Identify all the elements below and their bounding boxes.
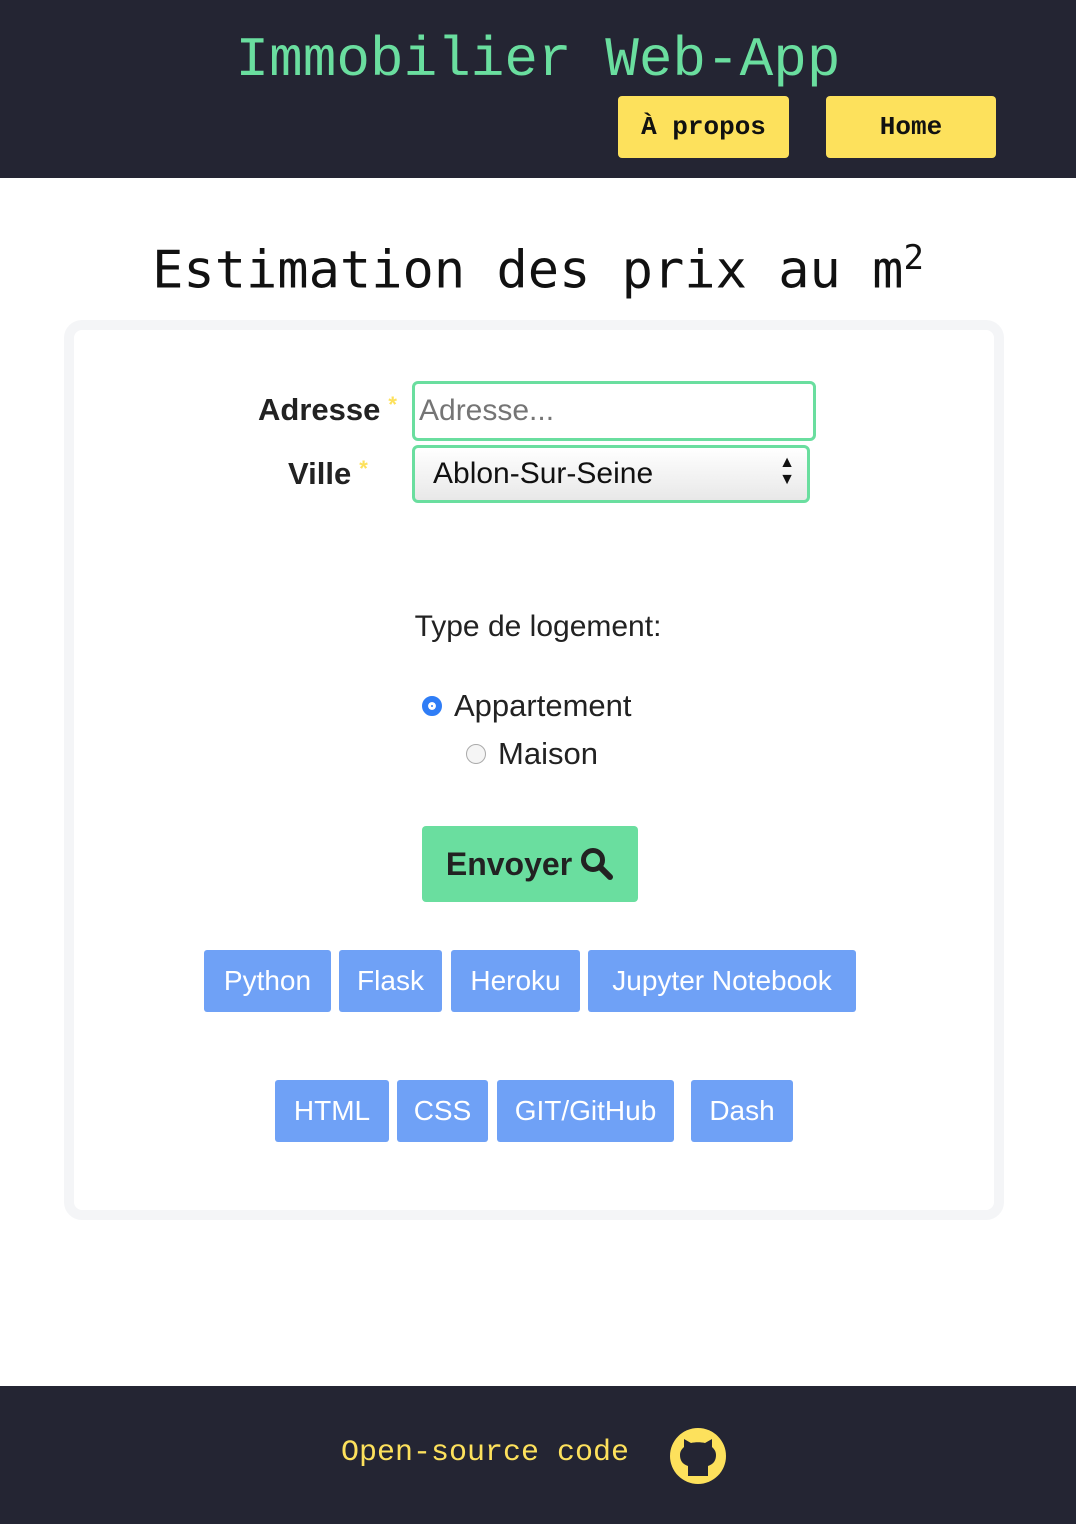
search-icon	[581, 848, 614, 880]
tag-css: CSS	[397, 1080, 488, 1142]
header: Immobilier Web-App À propos Home	[0, 0, 1076, 178]
github-icon[interactable]	[670, 1428, 726, 1484]
tag-dash: Dash	[691, 1080, 793, 1142]
home-button[interactable]: Home	[826, 96, 996, 158]
tag-heroku: Heroku	[451, 950, 580, 1012]
required-star: *	[388, 392, 397, 417]
city-label-text: Ville	[288, 456, 352, 491]
radio-checked-icon	[422, 696, 442, 716]
app-title: Immobilier Web-App	[235, 28, 841, 92]
address-label: Adresse *	[258, 392, 397, 428]
select-arrows-icon: ▲ ▼	[779, 454, 795, 488]
housing-type-label: Type de logement:	[414, 610, 662, 643]
tag-jupyter: Jupyter Notebook	[588, 950, 856, 1012]
city-select[interactable]: Ablon-Sur-Seine ▲ ▼	[412, 445, 810, 503]
address-input[interactable]	[412, 381, 816, 441]
radio-maison[interactable]: Maison	[466, 736, 598, 772]
page-title-text: Estimation des prix au m	[152, 240, 904, 301]
page-title-sup: 2	[903, 238, 924, 278]
submit-button[interactable]: Envoyer	[422, 826, 638, 902]
tag-python: Python	[204, 950, 331, 1012]
tag-flask: Flask	[339, 950, 442, 1012]
tag-html: HTML	[275, 1080, 389, 1142]
radio-unchecked-icon	[466, 744, 486, 764]
about-button[interactable]: À propos	[618, 96, 789, 158]
submit-label: Envoyer	[445, 845, 573, 882]
radio-label: Appartement	[454, 688, 632, 723]
page-title: Estimation des prix au m2	[0, 238, 1076, 300]
radio-label: Maison	[498, 736, 598, 771]
city-select-value: Ablon-Sur-Seine	[433, 457, 654, 490]
address-label-text: Adresse	[258, 392, 381, 427]
required-star: *	[359, 456, 368, 481]
city-label: Ville *	[288, 456, 368, 492]
radio-appartement[interactable]: Appartement	[422, 688, 632, 724]
open-source-link[interactable]: Open-source code	[341, 1436, 629, 1470]
tag-git: GIT/GitHub	[497, 1080, 674, 1142]
